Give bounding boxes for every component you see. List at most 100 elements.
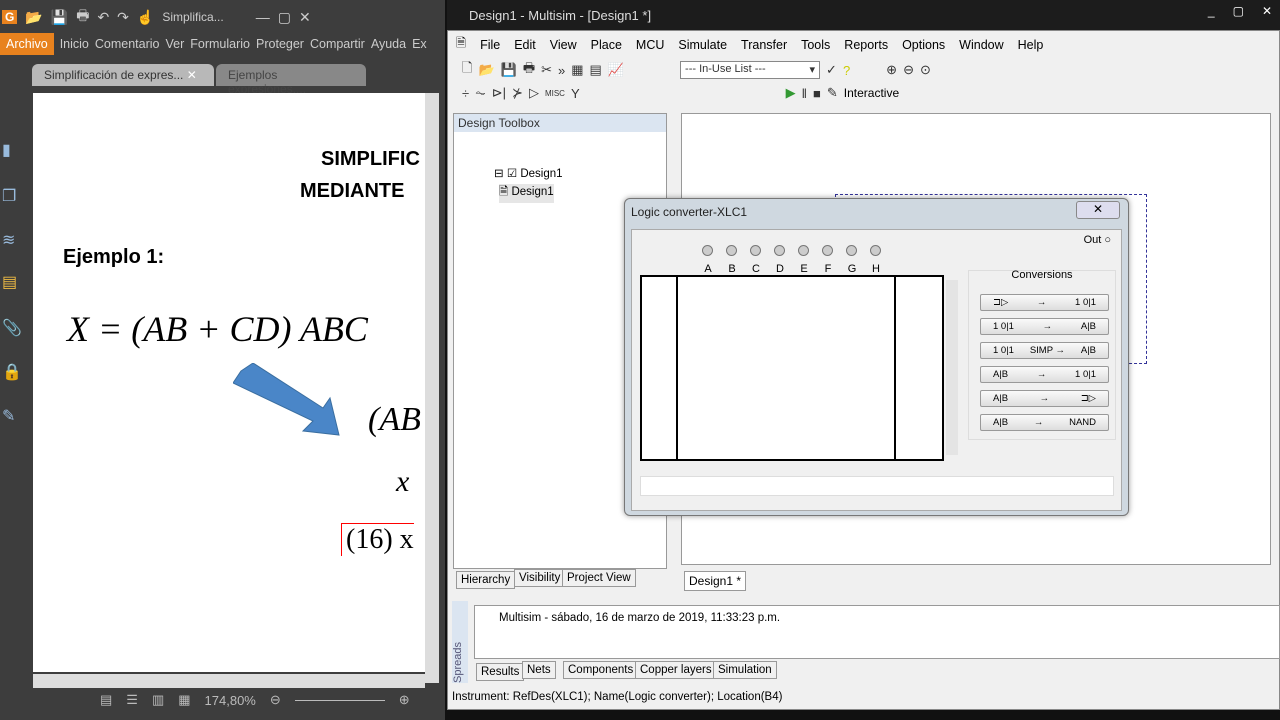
hand-tool-icon[interactable]: ☝ <box>137 9 154 26</box>
input-f-terminal[interactable] <box>822 245 833 256</box>
menu-edit[interactable]: Edit <box>514 38 536 52</box>
continuous-icon[interactable]: ☰ <box>126 692 138 708</box>
input-c-terminal[interactable] <box>750 245 761 256</box>
tab-nets[interactable]: Nets <box>522 661 556 679</box>
resistor-icon[interactable]: ⏦ <box>475 85 486 101</box>
menu-inicio[interactable]: Inicio <box>60 37 89 51</box>
menu-tools[interactable]: Tools <box>801 38 830 52</box>
comments-icon[interactable]: ▤ <box>2 272 20 291</box>
print-icon[interactable]: 🖶 <box>523 59 535 81</box>
grapher-icon[interactable]: 📈 <box>608 62 624 78</box>
menu-view[interactable]: View <box>550 38 577 52</box>
single-page-icon[interactable]: ▤ <box>100 692 112 708</box>
interactive-mode[interactable]: Interactive <box>844 86 899 100</box>
spreadsheet-label[interactable]: Spreads <box>452 601 468 683</box>
tab-simulation[interactable]: Simulation <box>713 661 777 679</box>
expression-field[interactable] <box>640 476 1114 496</box>
menu-reports[interactable]: Reports <box>844 38 888 52</box>
menu-formulario[interactable]: Formulario <box>190 37 250 51</box>
dialog-close-button[interactable]: ✕ <box>1076 201 1120 219</box>
zoom-slider[interactable] <box>294 699 385 701</box>
minimize-button[interactable]: — <box>256 9 270 25</box>
close-tab-icon[interactable]: ✕ <box>187 68 197 82</box>
conversion-button-6[interactable]: A|B → NAND <box>980 414 1109 431</box>
open-icon[interactable]: 📂 <box>25 9 42 26</box>
input-h-terminal[interactable] <box>870 245 881 256</box>
menu-mcu[interactable]: MCU <box>636 38 664 52</box>
menu-options[interactable]: Options <box>902 38 945 52</box>
bookmark-icon[interactable]: ▮ <box>2 140 20 159</box>
continuous-facing-icon[interactable]: ▦ <box>178 692 190 708</box>
tree-root[interactable]: ⊟ ☑ Design1 <box>494 166 563 180</box>
input-a-terminal[interactable] <box>702 245 713 256</box>
menu-window[interactable]: Window <box>959 38 1003 52</box>
zoom-area-icon[interactable]: ⊙ <box>920 62 931 78</box>
input-d-terminal[interactable] <box>774 245 785 256</box>
save-icon[interactable]: 💾 <box>51 9 68 26</box>
grid-icon[interactable]: ▦ <box>571 62 583 78</box>
zoom-in-icon[interactable]: ⊕ <box>399 692 410 708</box>
conversion-button-5[interactable]: A|B → ⊐▷ <box>980 390 1109 407</box>
lock-icon[interactable]: 🔒 <box>2 362 22 381</box>
close-button[interactable]: ✕ <box>299 9 311 26</box>
horizontal-scrollbar[interactable] <box>33 674 425 688</box>
spreadsheet-icon[interactable]: ▤ <box>590 62 602 78</box>
tree-child[interactable]: 🗎 Design1 <box>499 184 554 203</box>
print-icon[interactable]: 🖶 <box>76 5 89 29</box>
tab-ejemplos[interactable]: Ejemplos expresiones.... <box>216 64 366 96</box>
menu-file[interactable]: File <box>480 38 500 52</box>
conversion-button-4[interactable]: A|B → 1 0|1 <box>980 366 1109 383</box>
pages-icon[interactable]: ❐ <box>2 186 20 205</box>
misc-icon[interactable]: MISC <box>545 89 565 98</box>
in-use-list-dropdown[interactable]: --- In-Use List --- ▾ <box>680 61 821 79</box>
layers-icon[interactable]: ≋ <box>2 230 20 249</box>
facing-icon[interactable]: ▥ <box>152 692 164 708</box>
tab-hierarchy[interactable]: Hierarchy <box>456 571 516 589</box>
menu-ayuda[interactable]: Ayuda <box>371 37 406 51</box>
menu-proteger[interactable]: Proteger <box>256 37 304 51</box>
tab-project-view[interactable]: Project View <box>562 569 636 587</box>
signature-icon[interactable]: ✎ <box>2 406 20 425</box>
help-icon[interactable]: ? <box>843 63 850 78</box>
close-button[interactable]: ✕ <box>1262 4 1272 18</box>
tab-components[interactable]: Components <box>563 661 639 679</box>
redo-icon[interactable]: ↷ <box>117 9 129 26</box>
zoom-out-icon[interactable]: ⊖ <box>903 62 914 78</box>
new-icon[interactable]: 🗋 <box>462 59 472 81</box>
maximize-button[interactable]: ▢ <box>1233 4 1244 18</box>
zoom-level[interactable]: 174,80% <box>205 693 256 708</box>
menu-place[interactable]: Place <box>591 38 622 52</box>
input-b-terminal[interactable] <box>726 245 737 256</box>
conversion-button-1[interactable]: ⊐▷ → 1 0|1 <box>980 294 1109 311</box>
tab-copper-layers[interactable]: Copper layers <box>635 661 717 679</box>
menu-archivo[interactable]: Archivo <box>0 33 54 55</box>
conversion-button-2[interactable]: 1 0|1 → A|B <box>980 318 1109 335</box>
menu-ex[interactable]: Ex <box>412 37 427 51</box>
attachment-icon[interactable]: 📎 <box>2 318 22 337</box>
ttl-icon[interactable]: ▷ <box>529 85 539 101</box>
save-icon[interactable]: 💾 <box>501 62 517 78</box>
input-e-terminal[interactable] <box>798 245 809 256</box>
zoom-in-icon[interactable]: ⊕ <box>886 62 897 78</box>
vertical-scrollbar[interactable] <box>425 93 439 683</box>
truth-table[interactable] <box>640 275 944 461</box>
undo-icon[interactable]: ↶ <box>97 9 109 26</box>
menu-simulate[interactable]: Simulate <box>678 38 727 52</box>
table-scrollbar[interactable] <box>946 280 958 455</box>
cut-icon[interactable]: ✂ <box>541 62 552 78</box>
zoom-out-icon[interactable]: ⊖ <box>270 692 281 708</box>
more-icon[interactable]: » <box>558 63 565 78</box>
pause-icon[interactable]: ‖ <box>802 86 807 101</box>
stop-icon[interactable]: ■ <box>813 86 821 101</box>
run-icon[interactable]: ▶ <box>786 85 796 101</box>
erc-icon[interactable]: ✓ <box>826 62 837 78</box>
tab-results[interactable]: Results <box>476 663 525 681</box>
diode-icon[interactable]: ⊳| <box>492 85 506 101</box>
menu-compartir[interactable]: Compartir <box>310 37 365 51</box>
tab-visibility[interactable]: Visibility <box>514 569 566 587</box>
maximize-button[interactable]: ▢ <box>278 9 291 26</box>
menu-comentario[interactable]: Comentario <box>95 37 160 51</box>
menu-ver[interactable]: Ver <box>166 37 185 51</box>
menu-help[interactable]: Help <box>1018 38 1044 52</box>
tab-design1[interactable]: Design1 * <box>684 571 747 591</box>
